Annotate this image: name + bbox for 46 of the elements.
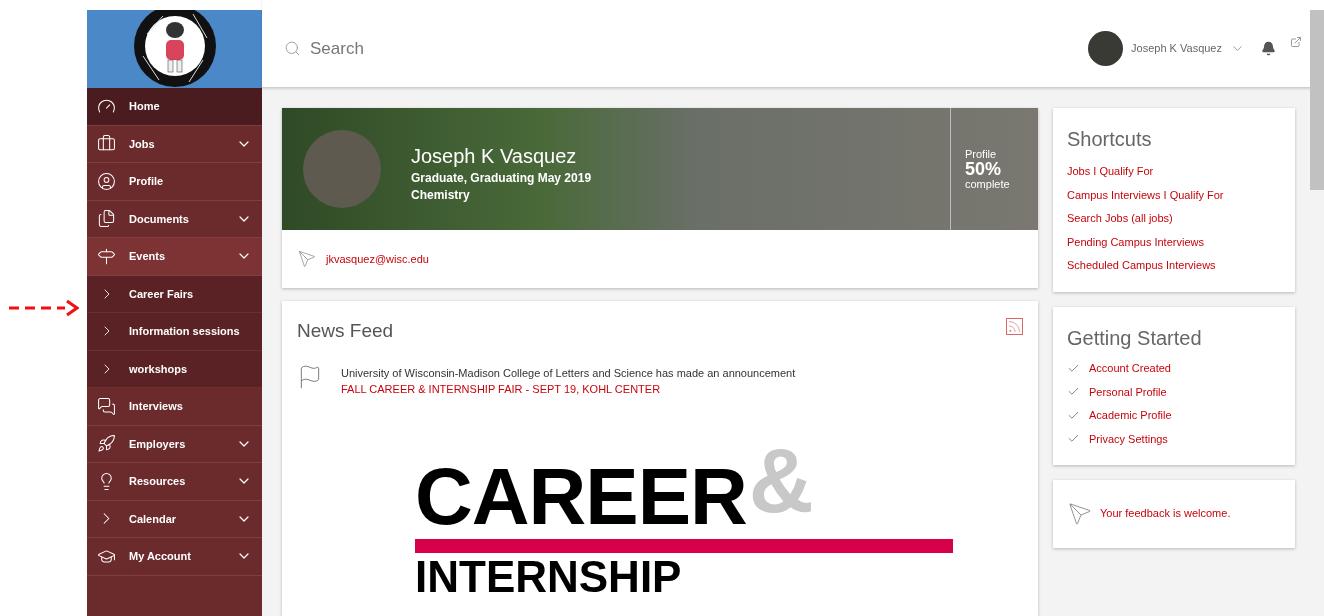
documents-icon (97, 209, 116, 229)
profile-name: Joseph K Vasquez (411, 144, 578, 168)
shortcut-link[interactable]: Jobs I Qualify For (1067, 160, 1281, 184)
chat-bubbles-icon (97, 396, 116, 416)
announcement-source: University of Wisconsin-Madison College of Letters and Science has made an announcement (341, 365, 796, 381)
shortcut-link[interactable]: Scheduled Campus Interviews (1067, 254, 1281, 278)
external-link-icon[interactable] (1290, 35, 1302, 48)
rocket-icon (97, 434, 116, 454)
getting-started-title: Getting Started (1067, 325, 1203, 351)
search-field[interactable]: Search (310, 35, 610, 62)
signpost-icon (97, 246, 116, 266)
completion-label: Profile (965, 147, 998, 160)
completion-percent: 50% (965, 159, 1003, 178)
user-avatar (1088, 31, 1124, 66)
nav-subitem[interactable]: workshops (87, 350, 262, 388)
shortcut-link[interactable]: Campus Interviews I Qualify For (1067, 183, 1281, 207)
nav-item[interactable]: Events (87, 238, 262, 276)
rss-feed-icon[interactable] (1006, 318, 1023, 335)
paper-plane-icon (298, 250, 316, 268)
email-link[interactable]: jkvasquez@wisc.edu (326, 250, 429, 268)
step-link[interactable]: Account Created (1089, 360, 1171, 377)
poster-title: CAREER (415, 460, 747, 533)
shortcuts-title: Shortcuts (1067, 127, 1153, 152)
scrollbar[interactable] (1310, 10, 1324, 190)
nav-subitem[interactable]: Career Fairs (87, 275, 262, 313)
profile-major: Chemistry (411, 187, 471, 204)
announcement-link[interactable]: FALL CAREER & INTERNSHIP FAIR - SEPT 19, KOHL CENTER (341, 380, 796, 397)
poster-ampersand: & (748, 440, 814, 521)
step-link[interactable]: Personal Profile (1089, 383, 1167, 400)
nav-item[interactable]: Home (87, 88, 262, 126)
step-link[interactable]: Privacy Settings (1089, 430, 1168, 447)
feedback-link[interactable]: Your feedback is welcome. (1100, 505, 1231, 522)
notification-bell-icon[interactable] (1261, 41, 1276, 56)
nav-subitem[interactable]: Information sessions (87, 313, 262, 351)
completion-suffix: complete (965, 177, 1011, 191)
paper-plane-icon (1068, 501, 1092, 526)
news-feed-title: News Feed (297, 319, 394, 343)
user-menu-button[interactable]: Joseph K Vasquez (1131, 40, 1245, 57)
profile-status: Graduate, Graduating May 2019 (411, 170, 592, 187)
search-icon (284, 40, 301, 57)
dashed-arrow-icon (7, 298, 79, 318)
shortcut-link[interactable]: Search Jobs (all jobs) (1067, 207, 1281, 231)
user-circle-icon (97, 171, 116, 191)
shortcut-link[interactable]: Pending Campus Interviews (1067, 230, 1281, 254)
poster-subtitle: INTERNSHIP (415, 556, 683, 597)
step-link[interactable]: Academic Profile (1089, 407, 1172, 424)
